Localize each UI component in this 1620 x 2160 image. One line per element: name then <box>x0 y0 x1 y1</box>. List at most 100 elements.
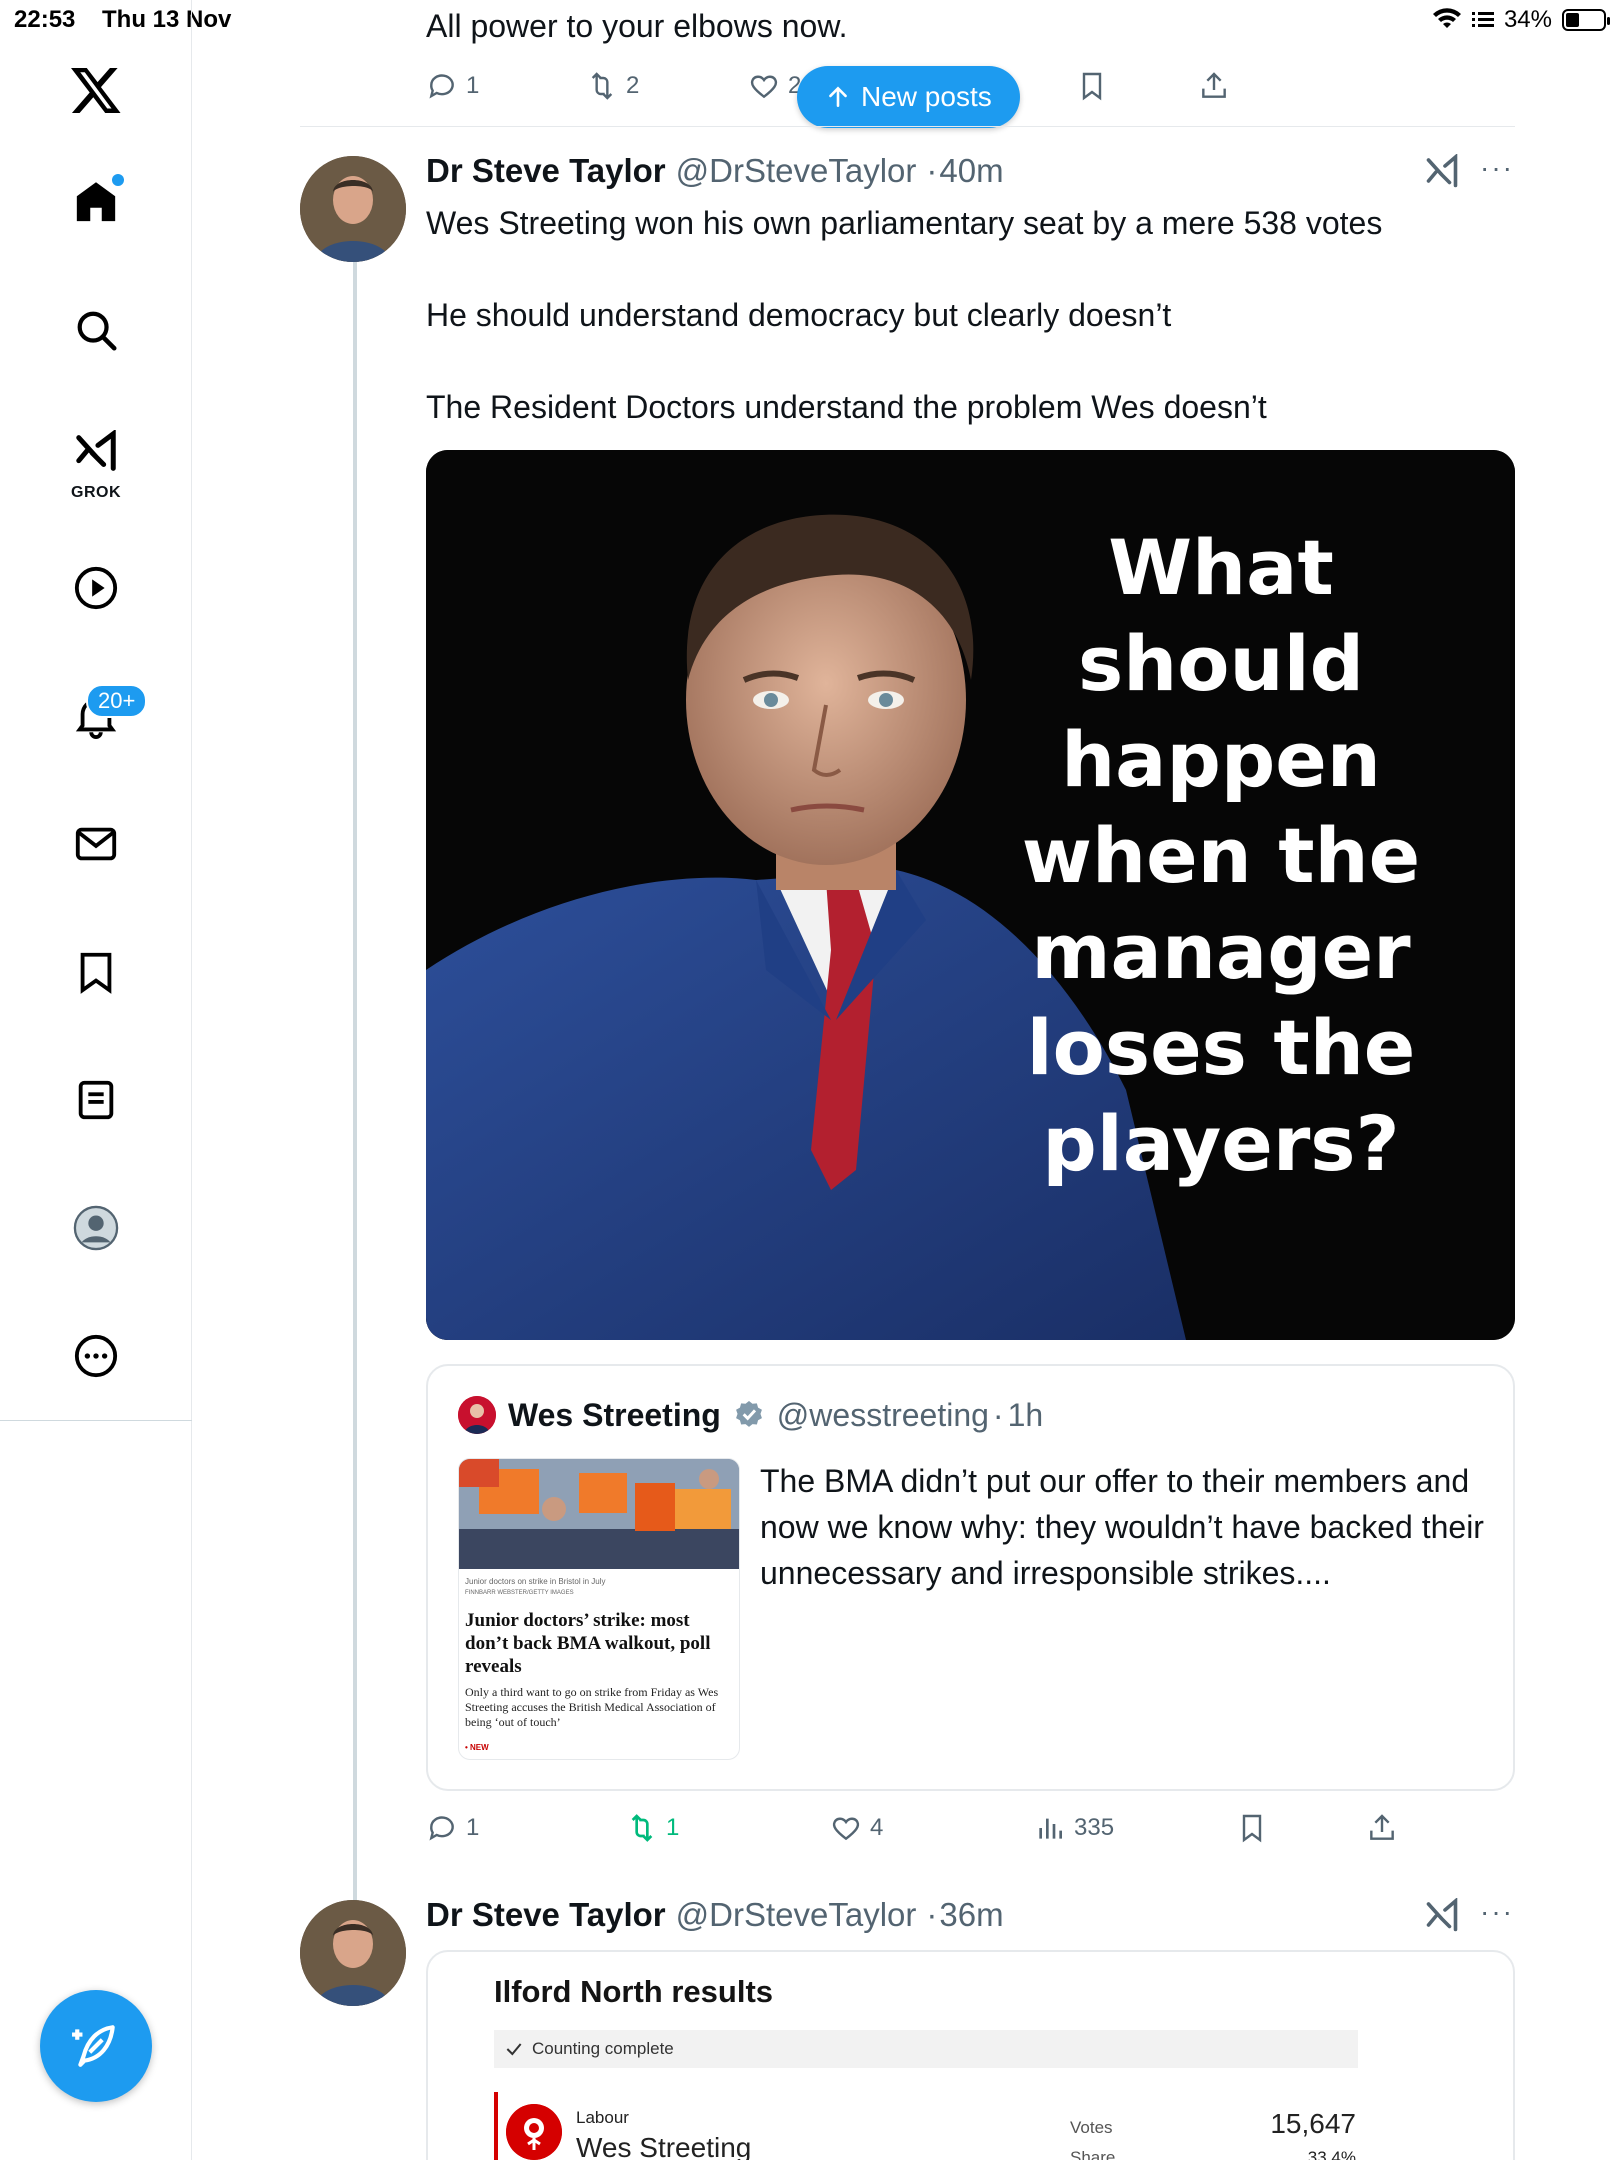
quote-avatar[interactable] <box>458 1396 496 1434</box>
share-icon <box>1370 1814 1394 1840</box>
separator-dot: · <box>926 1896 938 1933</box>
nav-lists[interactable] <box>56 1060 136 1140</box>
party-color-bar <box>494 2092 498 2160</box>
post-text-line-3: The Resident Doctors understand the prob… <box>426 389 1267 425</box>
verified-badge-icon <box>735 1401 762 1427</box>
x-logo-icon[interactable] <box>56 50 136 130</box>
share-button[interactable] <box>1366 1812 1398 1844</box>
status-right: 34% <box>1432 6 1610 34</box>
protest-photo <box>459 1459 739 1569</box>
like-button[interactable]: 2 <box>748 70 801 102</box>
quote-text: The BMA didn’t put our offer to their me… <box>760 1463 1484 1591</box>
home-icon <box>76 182 116 222</box>
repost-count: 1 <box>666 1814 680 1841</box>
post-actions: 1 1 4 335 <box>426 1812 1426 1852</box>
nav-explore[interactable] <box>56 290 136 370</box>
views-chart-icon <box>1039 1818 1062 1839</box>
article-preview[interactable]: Junior doctors on strike in Bristol in J… <box>458 1458 740 1760</box>
author-handle[interactable]: @DrSteveTaylor <box>676 152 917 190</box>
battery-percent: 34% <box>1503 6 1552 33</box>
quote-header: Wes Streeting @wesstreeting · 1h <box>458 1396 1043 1434</box>
more-options-icon[interactable]: ··· <box>1480 152 1514 184</box>
quote-author-name[interactable]: Wes Streeting <box>508 1397 721 1434</box>
nav-home[interactable] <box>56 162 136 242</box>
notifications-badge: 20+ <box>86 684 148 718</box>
share-value: 33.4% <box>1307 2148 1356 2160</box>
new-posts-button[interactable]: New posts <box>797 66 1020 128</box>
arrow-up-icon <box>829 86 847 107</box>
nav-bookmarks[interactable] <box>56 932 136 1012</box>
post-image-results[interactable]: Ilford North results Counting complete L… <box>426 1950 1515 2160</box>
bookmark-icon <box>1082 72 1102 101</box>
heart-icon <box>832 1817 860 1841</box>
grok-icon <box>76 430 116 471</box>
grok-icon[interactable] <box>1424 154 1460 190</box>
avatar[interactable] <box>300 156 406 262</box>
avatar[interactable] <box>300 1900 406 2006</box>
post-time[interactable]: 36m <box>939 1896 1003 1934</box>
reply-count: 1 <box>466 72 480 99</box>
post-header: Dr Steve Taylor @DrSteveTaylor · 36m <box>426 1896 1004 1934</box>
quoted-post[interactable]: Wes Streeting @wesstreeting · 1h Junior … <box>426 1364 1515 1791</box>
post-text-line-1: Wes Streeting won his own parliamentary … <box>426 205 1383 241</box>
wifi-icon <box>1432 8 1461 28</box>
list-icon <box>1471 12 1494 27</box>
quote-author-handle[interactable]: @wesstreeting <box>777 1397 989 1434</box>
post-time[interactable]: 40m <box>939 152 1003 190</box>
compose-feather-icon <box>72 2025 115 2067</box>
more-options-icon[interactable]: ··· <box>1480 1896 1514 1928</box>
previous-post-text: All power to your elbows now. <box>426 8 848 44</box>
reply-icon <box>429 1816 454 1841</box>
author-name[interactable]: Dr Steve Taylor <box>426 152 666 190</box>
mail-icon <box>75 827 117 861</box>
new-posts-label: New posts <box>861 81 992 112</box>
separator-dot: · <box>992 1396 1004 1433</box>
bookmark-button[interactable] <box>1236 1812 1268 1844</box>
check-icon <box>506 2043 522 2056</box>
share-icon <box>1202 72 1226 98</box>
separator-dot: · <box>926 152 938 189</box>
compose-post-button[interactable] <box>40 1990 152 2102</box>
counting-status: Counting complete <box>494 2030 1358 2068</box>
repost-icon <box>591 72 613 100</box>
results-title: Ilford North results <box>494 1974 774 2009</box>
nav-video[interactable] <box>56 548 136 628</box>
nav-profile[interactable] <box>56 1188 136 1268</box>
profile-avatar-icon <box>73 1205 119 1251</box>
share-button[interactable] <box>1198 70 1230 102</box>
author-handle[interactable]: @DrSteveTaylor <box>676 1896 917 1934</box>
post-image[interactable]: What should happen when the manager lose… <box>426 450 1515 1340</box>
nav-grok[interactable]: GROK <box>56 416 136 508</box>
candidate-name: Wes Streeting <box>576 2132 752 2160</box>
article-photo-credit: FINNBARR WEBSTER/GETTY IMAGES <box>465 1590 574 1596</box>
repost-button[interactable]: 1 <box>626 1812 679 1844</box>
nav-more[interactable] <box>56 1316 136 1396</box>
repost-button[interactable]: 2 <box>586 70 639 102</box>
battery-icon <box>1562 9 1610 31</box>
reply-button[interactable]: 1 <box>426 1812 479 1844</box>
bookmark-button[interactable] <box>1076 70 1108 102</box>
reply-count: 1 <box>466 1814 480 1841</box>
play-icon <box>74 566 118 610</box>
article-new-tag: • NEW <box>465 1743 489 1752</box>
nav-messages[interactable] <box>56 804 136 884</box>
author-name[interactable]: Dr Steve Taylor <box>426 1896 666 1934</box>
avatar-photo-icon <box>300 1900 406 2006</box>
like-button[interactable]: 4 <box>830 1812 883 1844</box>
bookmark-icon <box>80 952 112 994</box>
votes-label: Votes <box>1070 2118 1113 2137</box>
article-headline: Junior doctors’ strike: most don’t back … <box>465 1610 711 1677</box>
views-count: 335 <box>1074 1814 1115 1841</box>
quote-avatar-photo <box>458 1396 496 1434</box>
quote-post-time[interactable]: 1h <box>1008 1397 1044 1434</box>
reply-button[interactable]: 1 <box>426 70 479 102</box>
list-doc-icon <box>78 1080 114 1120</box>
grok-icon[interactable] <box>1424 1898 1460 1934</box>
avatar-photo-icon <box>300 156 406 262</box>
votes-value: 15,647 <box>1270 2108 1356 2139</box>
like-count: 4 <box>870 1814 884 1841</box>
counting-status-text: Counting complete <box>532 2039 674 2058</box>
result-row: Labour Wes Streeting Votes Share 15,647 … <box>494 2092 1358 2160</box>
image-caption-text: What should happen when the manager lose… <box>1021 523 1421 1188</box>
views-button[interactable]: 335 <box>1034 1812 1114 1844</box>
